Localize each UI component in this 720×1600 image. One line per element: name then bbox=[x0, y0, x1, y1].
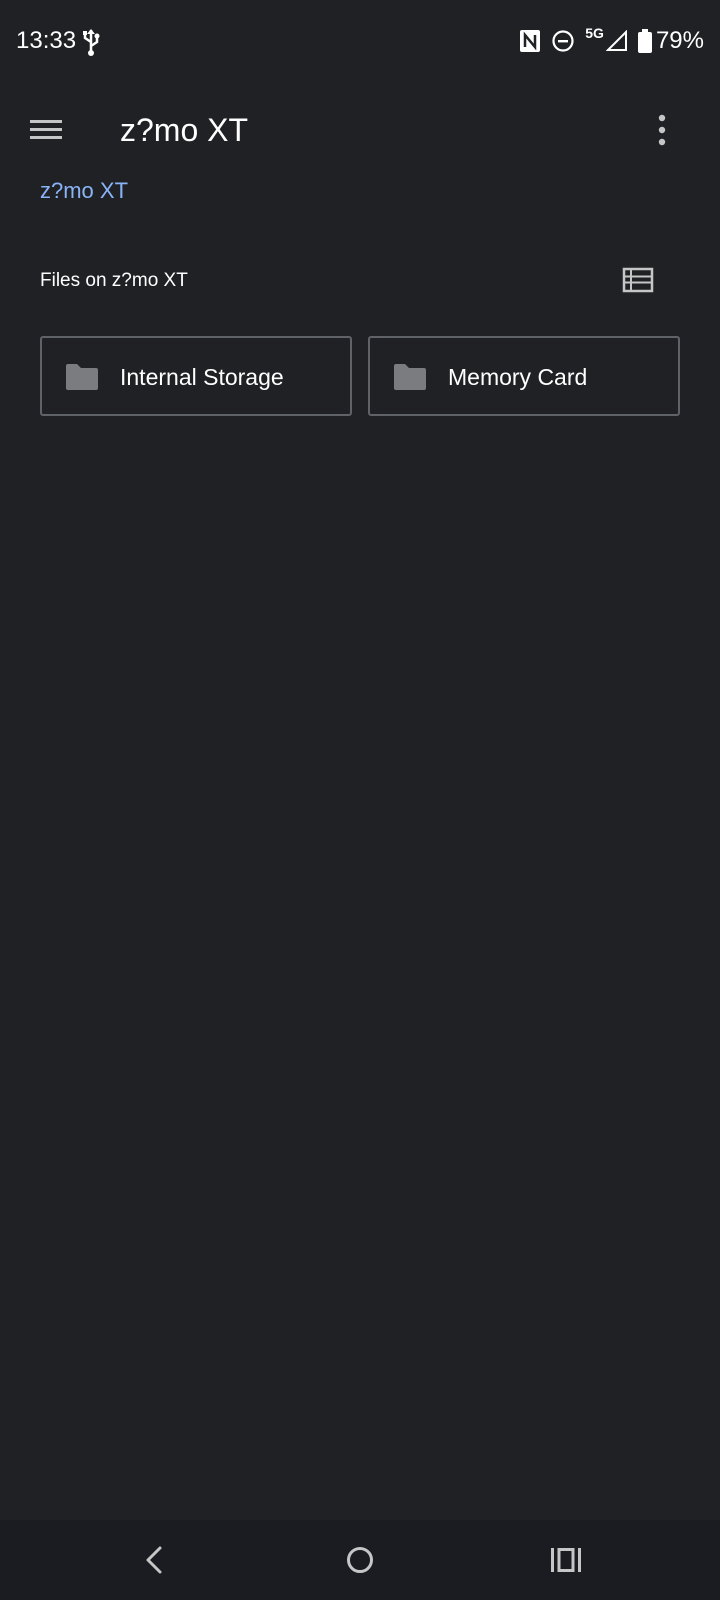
status-bar: 13:33 5G 79% bbox=[0, 0, 720, 84]
storage-memory-card[interactable]: Memory Card bbox=[368, 336, 680, 416]
storage-label: Internal Storage bbox=[120, 364, 284, 390]
usb-icon bbox=[83, 29, 100, 56]
section-header: Files on z?mo XT bbox=[40, 270, 188, 291]
more-vert-icon[interactable] bbox=[638, 106, 686, 154]
status-time: 13:33 bbox=[16, 27, 77, 54]
folder-icon bbox=[394, 364, 426, 390]
status-icons: 5G 79% bbox=[509, 24, 704, 58]
do-not-disturb-icon bbox=[552, 30, 574, 52]
nfc-icon bbox=[520, 30, 541, 52]
recents-icon[interactable] bbox=[548, 1540, 584, 1580]
storage-list: Internal Storage Memory Card bbox=[40, 336, 680, 416]
menu-icon[interactable] bbox=[22, 106, 70, 154]
page-title: z?mo XT bbox=[120, 112, 249, 148]
breadcrumb-current[interactable]: z?mo XT bbox=[40, 174, 128, 208]
system-nav-bar bbox=[0, 1520, 720, 1600]
signal-icon bbox=[605, 30, 627, 51]
folder-icon bbox=[66, 364, 98, 390]
storage-label: Memory Card bbox=[448, 364, 588, 390]
home-icon[interactable] bbox=[342, 1540, 378, 1580]
battery-percentage: 79% bbox=[655, 27, 704, 54]
network-type: 5G bbox=[585, 25, 604, 41]
storage-internal[interactable]: Internal Storage bbox=[40, 336, 352, 416]
back-icon[interactable] bbox=[138, 1540, 170, 1580]
list-view-icon[interactable] bbox=[618, 262, 658, 298]
battery-icon bbox=[637, 29, 652, 53]
